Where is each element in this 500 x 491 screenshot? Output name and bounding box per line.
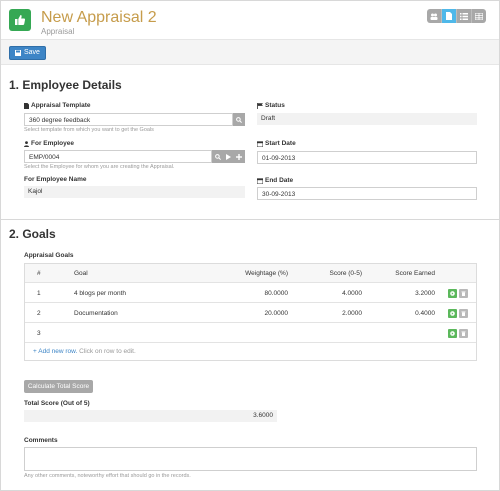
end-date-input[interactable]: 30-09-2013: [257, 187, 477, 200]
form-toolbar: Save: [1, 39, 499, 65]
save-button[interactable]: Save: [9, 46, 46, 60]
add-new-row-link[interactable]: + Add new row.: [33, 348, 77, 355]
file-icon: [446, 12, 452, 20]
row-actions: [448, 329, 468, 338]
arrow-right-icon: [450, 291, 455, 296]
total-score-value: 3.6000: [24, 410, 277, 422]
arrow-right-icon: [450, 311, 455, 316]
page-subtitle: Appraisal: [41, 27, 75, 36]
appraisal-template-search-button[interactable]: [233, 113, 245, 126]
save-icon: [15, 50, 21, 56]
row-score: 4.0000: [342, 290, 362, 297]
for-employee-actions: [212, 150, 245, 163]
row-edit-button[interactable]: [448, 329, 457, 338]
play-icon[interactable]: [225, 153, 231, 160]
view-switcher: [427, 9, 486, 23]
calendar-icon: [257, 140, 263, 147]
trash-icon: [461, 291, 466, 296]
add-row-hint: Click on row to edit.: [79, 348, 136, 355]
comments-textarea[interactable]: [24, 447, 477, 471]
users-icon: [430, 13, 438, 20]
appraisal-template-label: Appraisal Template: [24, 102, 90, 109]
col-header-score-earned: Score Earned: [395, 270, 435, 277]
row-edit-button[interactable]: [448, 289, 457, 298]
row-delete-button[interactable]: [459, 289, 468, 298]
list-view-button[interactable]: [457, 9, 472, 23]
row-goal: 4 blogs per month: [74, 290, 127, 297]
row-edit-button[interactable]: [448, 309, 457, 318]
user-icon: [24, 140, 29, 147]
for-employee-name-value: Kajol: [24, 186, 245, 198]
row-score: 2.0000: [342, 310, 362, 317]
row-delete-button[interactable]: [459, 329, 468, 338]
row-index: 2: [37, 310, 41, 317]
plus-icon[interactable]: [236, 153, 243, 160]
row-goal: Documentation: [74, 310, 118, 317]
total-score-label: Total Score (Out of 5): [24, 400, 90, 407]
calculate-total-score-button[interactable]: Calculate Total Score: [24, 380, 93, 393]
report-view-button[interactable]: [472, 9, 486, 23]
search-icon[interactable]: [214, 153, 221, 160]
end-date-label: End Date: [257, 177, 293, 184]
page-header: New Appraisal 2 Appraisal: [1, 1, 499, 39]
trash-icon: [461, 331, 466, 336]
row-score-earned: 3.2000: [415, 290, 435, 297]
row-actions: [448, 309, 468, 318]
comments-label: Comments: [24, 437, 58, 444]
for-employee-name-label: For Employee Name: [24, 176, 87, 183]
table-row[interactable]: 1 4 blogs per month 80.0000 4.0000 3.200…: [25, 284, 476, 303]
section-divider: [1, 219, 499, 220]
table-icon: [475, 12, 483, 20]
row-score-earned: 0.4000: [415, 310, 435, 317]
comments-help: Any other comments, noteworthy effort th…: [24, 473, 191, 479]
row-index: 3: [37, 330, 41, 337]
section-employee-details-title: 1. Employee Details: [9, 78, 122, 92]
add-row-area: + Add new row. Click on row to edit.: [33, 348, 136, 355]
row-weightage: 20.0000: [264, 310, 289, 317]
for-employee-input[interactable]: EMP/0004: [24, 150, 212, 163]
start-date-label: Start Date: [257, 140, 296, 147]
file-icon: [24, 102, 29, 109]
status-value: Draft: [257, 113, 477, 125]
group-view-button[interactable]: [427, 9, 442, 23]
table-row[interactable]: 3: [25, 324, 476, 343]
trash-icon: [461, 311, 466, 316]
section-goals-title: 2. Goals: [9, 227, 56, 241]
start-date-input[interactable]: 01-09-2013: [257, 151, 477, 164]
appraisal-template-help: Select template from which you want to g…: [24, 127, 154, 133]
row-actions: [448, 289, 468, 298]
for-employee-label: For Employee: [24, 140, 74, 147]
thumbs-up-icon: [9, 9, 31, 31]
status-label: Status: [257, 102, 285, 109]
row-delete-button[interactable]: [459, 309, 468, 318]
page-title: New Appraisal 2: [41, 9, 157, 26]
arrow-right-icon: [450, 331, 455, 336]
grid-header-row: # Goal Weightage (%) Score (0-5) Score E…: [25, 264, 476, 283]
col-header-weightage: Weightage (%): [245, 270, 288, 277]
col-header-goal: Goal: [74, 270, 88, 277]
col-header-index: #: [37, 270, 41, 277]
appraisal-goals-grid: # Goal Weightage (%) Score (0-5) Score E…: [24, 263, 477, 361]
flag-icon: [257, 102, 263, 109]
appraisal-goals-label: Appraisal Goals: [24, 252, 74, 259]
row-weightage: 80.0000: [264, 290, 289, 297]
form-view-button[interactable]: [442, 9, 457, 23]
save-button-label: Save: [24, 49, 40, 56]
row-index: 1: [37, 290, 41, 297]
search-icon: [236, 116, 242, 123]
list-icon: [460, 12, 468, 20]
app-frame: New Appraisal 2 Appraisal Save 1. Employ…: [0, 0, 500, 491]
table-row[interactable]: 2 Documentation 20.0000 2.0000 0.4000: [25, 304, 476, 323]
appraisal-template-input[interactable]: 360 degree feedback: [24, 113, 233, 126]
calendar-icon: [257, 177, 263, 184]
col-header-score: Score (0-5): [329, 270, 362, 277]
for-employee-help: Select the Employee for whom you are cre…: [24, 164, 175, 170]
